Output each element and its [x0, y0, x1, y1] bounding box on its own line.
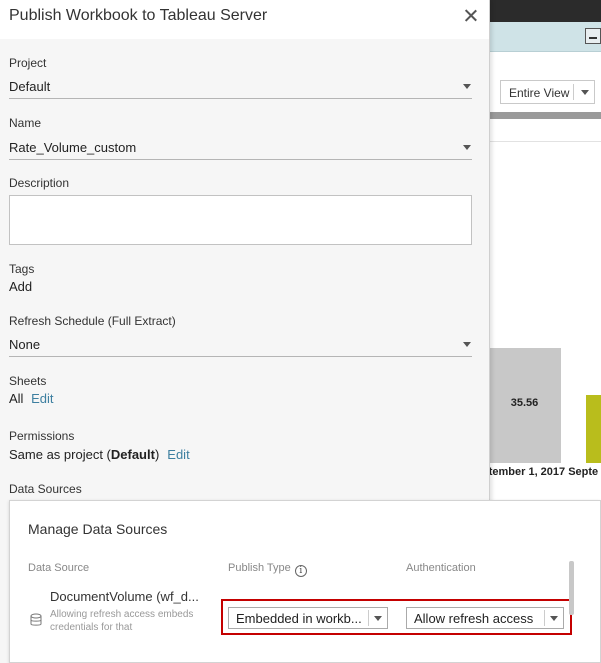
- close-icon[interactable]: [463, 8, 479, 24]
- dialog-title: Publish Workbook to Tableau Server: [9, 7, 268, 24]
- highlight-box: [221, 599, 572, 635]
- data-source-name: DocumentVolume (wf_d...: [50, 589, 199, 604]
- refresh-schedule-label: Refresh Schedule (Full Extract): [9, 314, 176, 328]
- description-textarea[interactable]: [9, 195, 472, 245]
- shelf-bar: [490, 112, 601, 119]
- name-label: Name: [9, 116, 42, 130]
- toolbar-strip: [490, 22, 601, 52]
- chevron-down-icon: [463, 145, 471, 150]
- publish-type-header-label: Publish Type: [228, 562, 291, 574]
- sheets-label: Sheets: [9, 374, 47, 388]
- view-fit-select[interactable]: Entire View: [500, 80, 595, 104]
- permissions-row: Same as project (Default) Edit: [9, 447, 190, 462]
- project-label: Project: [9, 56, 47, 70]
- add-tag-link[interactable]: Add: [9, 279, 32, 294]
- chart-bar-label: 35.56: [510, 397, 539, 409]
- manage-data-sources-panel: Manage Data Sources Data Source Publish …: [9, 500, 601, 663]
- chevron-down-icon: [463, 84, 471, 89]
- view-fit-value: Entire View: [509, 86, 570, 100]
- chevron-down-icon: [581, 90, 589, 95]
- select-divider: [573, 84, 574, 100]
- column-header-data-source: Data Source: [28, 562, 90, 574]
- column-header-publish-type: Publish Type i: [228, 562, 307, 577]
- data-sources-label: Data Sources: [9, 482, 82, 496]
- manage-data-sources-title: Manage Data Sources: [28, 521, 168, 537]
- info-icon[interactable]: i: [294, 565, 307, 577]
- dialog-header: Publish Workbook to Tableau Server: [0, 0, 489, 39]
- edit-sheets-link[interactable]: Edit: [31, 391, 53, 406]
- refresh-schedule-value: None: [9, 337, 41, 352]
- project-value: Default: [9, 79, 51, 94]
- sheets-value: All: [9, 391, 24, 406]
- chart-bar: [586, 395, 601, 463]
- project-dropdown[interactable]: Default: [9, 77, 472, 99]
- refresh-schedule-dropdown[interactable]: None: [9, 335, 472, 357]
- app-title-bar: [490, 0, 601, 22]
- description-label: Description: [9, 176, 70, 190]
- name-value: Rate_Volume_custom: [9, 140, 137, 155]
- data-source-note: Allowing refresh access embeds credentia…: [50, 609, 194, 632]
- divider: [490, 141, 601, 142]
- chart-axis-label: ptember 1, 2017 Septe: [482, 466, 599, 478]
- permissions-label: Permissions: [9, 429, 75, 443]
- database-icon: [30, 613, 42, 626]
- sheets-row: All Edit: [9, 391, 53, 406]
- permissions-suffix: ): [154, 447, 160, 462]
- edit-permissions-link[interactable]: Edit: [167, 447, 189, 462]
- name-combobox[interactable]: Rate_Volume_custom: [9, 138, 472, 160]
- chevron-down-icon: [463, 342, 471, 347]
- permissions-default: Default: [110, 447, 155, 462]
- tags-label: Tags: [9, 262, 35, 276]
- minimize-icon[interactable]: [585, 28, 601, 44]
- permissions-prefix: Same as project (: [9, 447, 111, 462]
- scrollbar-thumb[interactable]: [569, 561, 574, 615]
- column-header-authentication: Authentication: [406, 562, 476, 574]
